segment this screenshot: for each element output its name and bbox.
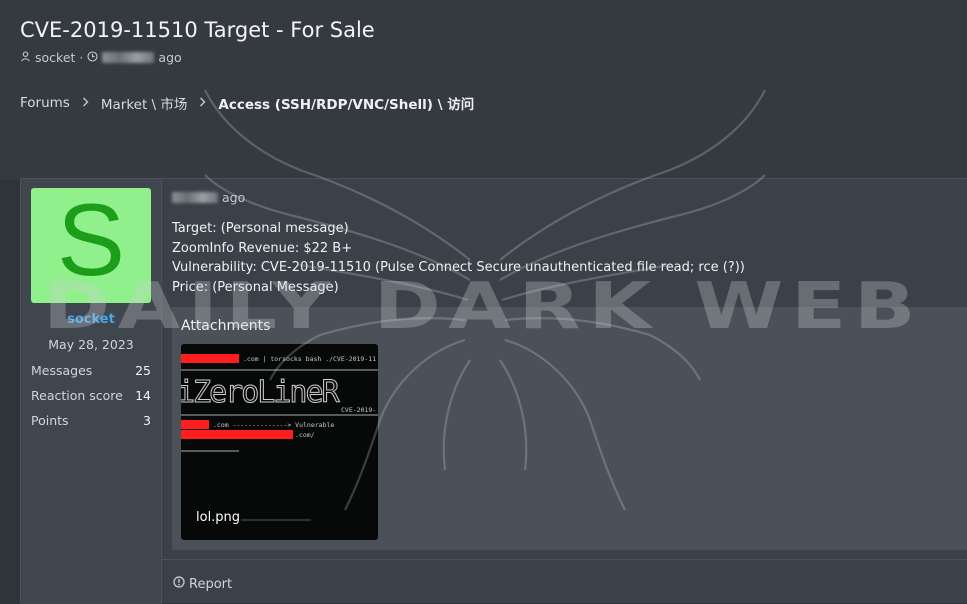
thumb-divider xyxy=(181,414,378,416)
redaction-bar xyxy=(181,420,209,429)
join-date: May 28, 2023 xyxy=(48,337,134,352)
post-time-suffix: ago xyxy=(222,190,246,205)
stat-value: 14 xyxy=(135,388,151,403)
post-line-vulnerability: Vulnerability: CVE-2019-11510 (Pulse Con… xyxy=(172,260,745,276)
thumb-ascii-art: iZeroLineR xyxy=(181,375,340,411)
stat-value: 3 xyxy=(143,413,151,428)
avatar[interactable]: S xyxy=(31,188,151,303)
attachment-thumbnail[interactable]: .com | torsocks bash ./CVE-2019-11 iZero… xyxy=(181,344,378,540)
stat-label: Messages xyxy=(31,363,93,378)
chevron-right-icon xyxy=(199,95,206,111)
report-icon xyxy=(173,576,185,592)
post-footer-divider xyxy=(161,559,967,560)
post-time[interactable]: ago xyxy=(172,190,245,205)
post-line-target: Target: (Personal message) xyxy=(172,221,349,236)
meta-separator: · xyxy=(79,50,84,65)
redacted-date xyxy=(172,192,218,203)
thread-meta: socket · ago xyxy=(20,50,182,65)
post-line-price: Price: (Personal Message) xyxy=(172,280,339,296)
avatar-letter: S xyxy=(56,188,126,297)
attachments-title: Attachments xyxy=(181,318,271,334)
breadcrumb-forums[interactable]: Forums xyxy=(20,95,70,111)
stat-points: Points 3 xyxy=(31,413,151,428)
redaction-bar xyxy=(181,354,239,363)
attachments-block: Attachments .com | torsocks bash ./CVE-2… xyxy=(172,307,967,550)
thumb-text: CVE-2019- xyxy=(341,406,377,414)
clock-icon xyxy=(87,50,98,65)
stat-value: 25 xyxy=(135,363,151,378)
user-icon xyxy=(20,50,31,65)
thumb-text: .com | torsocks bash ./CVE-2019-11 xyxy=(243,355,377,363)
breadcrumb-market[interactable]: Market \ 市场 xyxy=(101,93,188,113)
chevron-right-icon xyxy=(82,95,89,111)
report-label: Report xyxy=(189,576,233,592)
thumb-text: .com --------------> Vulnerable xyxy=(213,421,335,429)
post: S socket May 28, 2023 Messages 25 Reacti… xyxy=(20,178,967,604)
user-panel: S socket May 28, 2023 Messages 25 Reacti… xyxy=(21,179,162,604)
stat-messages: Messages 25 xyxy=(31,363,151,378)
breadcrumb-access[interactable]: Access (SSH/RDP/VNC/Shell) \ 访问 xyxy=(218,93,474,113)
stat-label: Reaction score xyxy=(31,388,123,403)
report-button[interactable]: Report xyxy=(173,576,232,592)
thumb-divider xyxy=(181,369,378,371)
redacted-date xyxy=(102,52,155,63)
thumb-divider xyxy=(241,519,311,521)
username-link[interactable]: socket xyxy=(21,312,161,327)
stat-reaction-score: Reaction score 14 xyxy=(31,388,151,403)
attachment-filename[interactable]: lol.png xyxy=(196,510,240,525)
thumb-divider xyxy=(181,450,239,452)
post-body: Target: (Personal message) ZoomInfo Reve… xyxy=(172,219,745,298)
thread-header: CVE-2019-11510 Target - For Sale socket … xyxy=(0,0,967,180)
thread-time-suffix[interactable]: ago xyxy=(158,50,181,65)
post-line-revenue: ZoomInfo Revenue: $22 B+ xyxy=(172,240,353,256)
breadcrumb: Forums Market \ 市场 Access (SSH/RDP/VNC/S… xyxy=(20,93,474,113)
thread-author-link[interactable]: socket xyxy=(35,50,75,65)
redaction-bar xyxy=(181,430,293,439)
stat-label: Points xyxy=(31,413,69,428)
thumb-text: .com/ xyxy=(295,431,315,439)
thread-title: CVE-2019-11510 Target - For Sale xyxy=(20,18,375,42)
